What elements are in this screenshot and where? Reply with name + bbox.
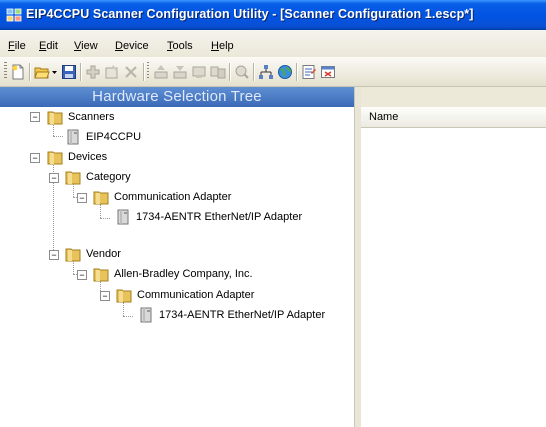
tree-connector — [100, 204, 101, 218]
toolbar-separator — [253, 63, 255, 81]
toolbar-grip[interactable] — [4, 62, 7, 80]
browse-icon[interactable] — [234, 64, 250, 80]
tree-connector — [73, 260, 74, 274]
tree-connector — [73, 183, 74, 197]
toolbar-grip-2[interactable] — [147, 62, 149, 80]
globe-icon[interactable] — [277, 64, 293, 80]
title-bar[interactable]: EIP4CCPU Scanner Configuration Utility -… — [0, 0, 546, 30]
report-icon[interactable] — [301, 64, 317, 80]
collapse-toggle[interactable]: − — [77, 270, 87, 280]
toolbar-separator — [296, 63, 298, 81]
online-icon[interactable] — [191, 64, 207, 80]
dropdown-arrow-icon[interactable] — [51, 64, 58, 80]
folder-icon — [116, 289, 132, 303]
collapse-toggle[interactable]: − — [49, 250, 59, 260]
tree-connector — [53, 136, 63, 137]
hardware-selection-pane: Hardware Selection Tree − − − − − − − Sc… — [0, 87, 354, 427]
collapse-toggle[interactable]: − — [49, 173, 59, 183]
upload-icon[interactable] — [153, 64, 169, 80]
folder-icon — [47, 151, 63, 165]
toolbar-separator — [229, 63, 231, 81]
module-icon — [117, 209, 129, 225]
pane-header: Hardware Selection Tree — [0, 87, 354, 107]
new-icon[interactable] — [10, 64, 26, 80]
app-window: EIP4CCPU Scanner Configuration Utility -… — [0, 0, 546, 427]
tree-connector — [123, 302, 124, 316]
open-folder-icon[interactable] — [34, 64, 50, 80]
tree-connector — [123, 316, 133, 317]
save-icon[interactable] — [61, 64, 77, 80]
menu-edit[interactable]: Edit — [39, 40, 58, 52]
folder-icon — [65, 171, 81, 185]
collapse-toggle[interactable]: − — [77, 193, 87, 203]
menu-bar: File Edit View Device Tools Help — [0, 30, 546, 57]
menu-file[interactable]: File — [8, 40, 26, 52]
collapse-toggle[interactable]: − — [100, 291, 110, 301]
menu-device[interactable]: Device — [115, 40, 149, 52]
menu-help[interactable]: Help — [211, 40, 234, 52]
pane-header-strip — [361, 87, 546, 107]
collapse-toggle[interactable]: − — [30, 153, 40, 163]
tree-connector — [100, 218, 110, 219]
module-icon — [67, 129, 79, 145]
add-device-icon[interactable] — [85, 64, 101, 80]
delete-icon[interactable] — [123, 64, 139, 80]
hardware-tree: − − − − − − − Scanners EIP4CCPU Devices … — [0, 107, 354, 427]
compare-icon[interactable] — [210, 64, 226, 80]
toolbar-separator — [29, 63, 31, 81]
download-icon[interactable] — [172, 64, 188, 80]
toolbar — [0, 57, 546, 87]
toolbar-separator — [80, 63, 82, 81]
device-list-pane: Name — [361, 87, 546, 427]
network-icon[interactable] — [258, 64, 274, 80]
toolbar-separator — [143, 63, 145, 81]
folder-icon — [93, 191, 109, 205]
scanner-app-icon — [6, 8, 22, 22]
column-header-name[interactable]: Name — [361, 107, 546, 128]
folder-icon — [47, 111, 63, 125]
window-title: EIP4CCPU Scanner Configuration Utility -… — [26, 7, 474, 21]
module-icon — [140, 307, 152, 323]
collapse-toggle[interactable]: − — [30, 112, 40, 122]
folder-icon — [93, 268, 109, 282]
menu-tools[interactable]: Tools — [167, 40, 193, 52]
close-report-icon[interactable] — [320, 64, 336, 80]
menu-view[interactable]: View — [74, 40, 98, 52]
folder-icon — [65, 248, 81, 262]
properties-icon[interactable] — [104, 64, 120, 80]
